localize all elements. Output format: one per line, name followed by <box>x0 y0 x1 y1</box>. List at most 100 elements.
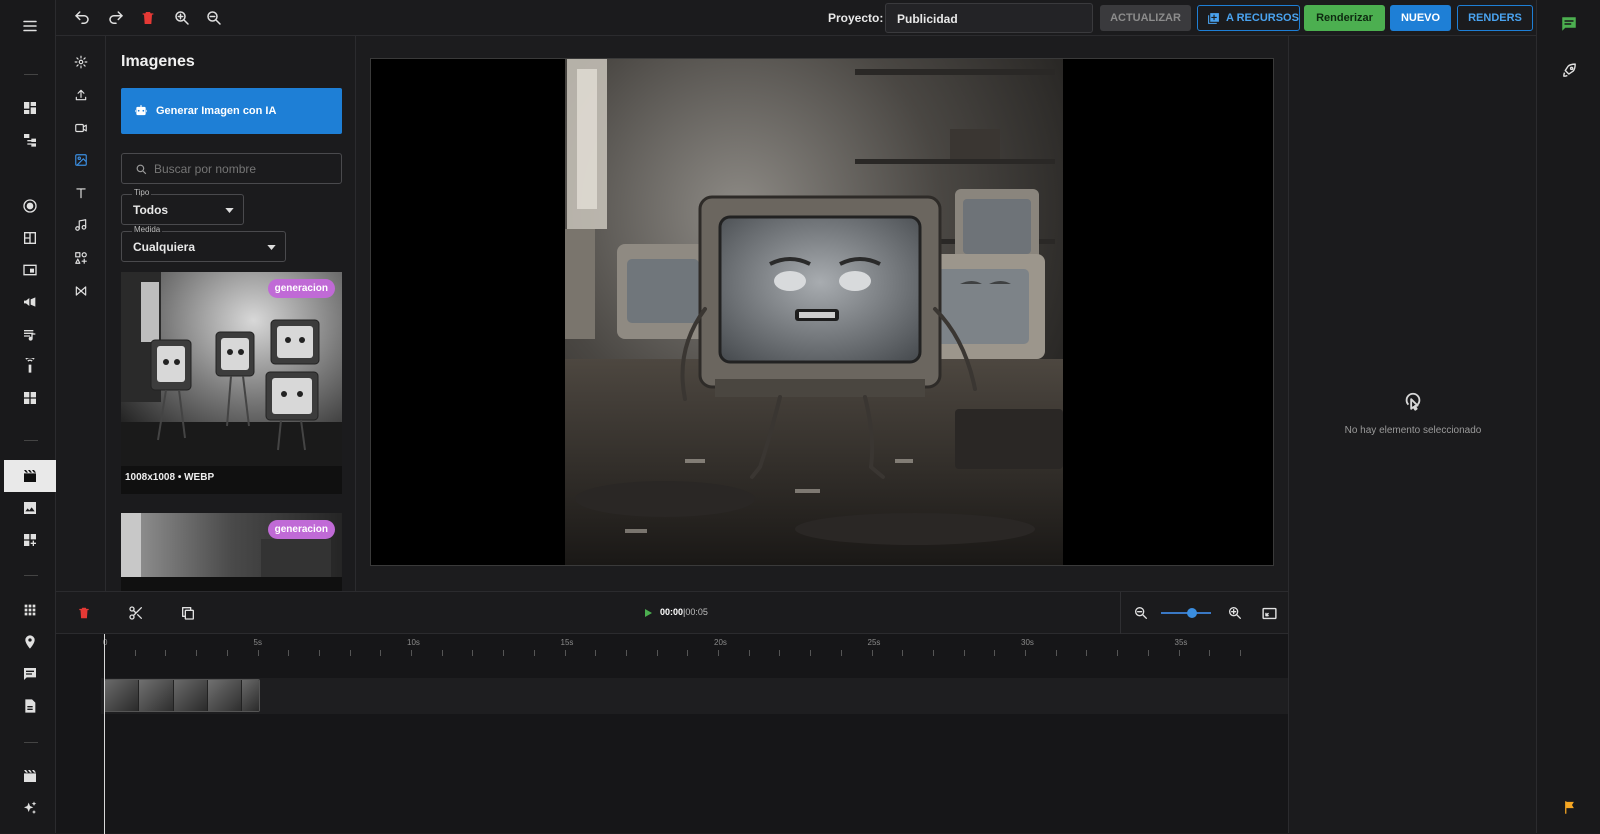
image-card[interactable]: generacion <box>121 513 342 591</box>
top-toolbar: Proyecto: Publicidad ACTUALIZAR A RECURS… <box>56 0 1536 36</box>
broadcast-icon[interactable] <box>4 350 56 382</box>
zoom-out-icon[interactable] <box>202 7 226 29</box>
media-clapper-icon[interactable] <box>4 460 56 492</box>
menu-icon[interactable] <box>4 10 56 42</box>
widgets-icon[interactable] <box>4 382 56 414</box>
tipo-value: Todos <box>133 203 169 217</box>
generate-ai-label: Generar Imagen con IA <box>156 105 277 117</box>
tipo-label: Tipo <box>132 188 152 197</box>
video-clip[interactable] <box>104 679 260 712</box>
playhead[interactable] <box>104 634 105 834</box>
zoom-slider-track[interactable] <box>1161 612 1211 614</box>
ruler-tick <box>963 650 965 656</box>
playlist-icon[interactable] <box>4 318 56 350</box>
picture-in-picture-icon[interactable] <box>4 254 56 286</box>
timeline-zoom-out-icon[interactable] <box>1130 602 1152 624</box>
zoom-slider-thumb[interactable] <box>1187 608 1197 618</box>
clip-frame <box>207 680 243 711</box>
megaphone-icon[interactable] <box>4 286 56 318</box>
total-time: 00:05 <box>685 607 708 617</box>
ruler-tick <box>349 650 351 656</box>
play-icon[interactable] <box>640 605 656 621</box>
tree-icon[interactable] <box>4 124 56 156</box>
ruler-tick <box>1117 650 1119 656</box>
ruler-tick <box>932 650 934 656</box>
ruler-tick <box>1025 650 1026 656</box>
search-icon <box>136 164 147 175</box>
ruler-tick <box>257 650 259 656</box>
apps-grid-icon[interactable] <box>4 594 56 626</box>
chat-icon[interactable] <box>4 658 56 690</box>
image-card[interactable]: generacion 1008x1008 • WEBP <box>121 272 342 494</box>
divider <box>1120 592 1121 634</box>
layout-icon[interactable] <box>4 222 56 254</box>
chevron-down-icon <box>267 245 276 250</box>
clip-frame <box>139 680 174 711</box>
redo-icon[interactable] <box>104 7 128 29</box>
to-resources-button[interactable]: A RECURSOS <box>1197 5 1300 31</box>
ruler-tick <box>779 650 781 656</box>
zoom-in-icon[interactable] <box>170 7 194 29</box>
ruler-tick <box>226 650 228 656</box>
document-icon[interactable] <box>4 690 56 722</box>
scissors-icon[interactable] <box>126 603 146 623</box>
ruler-tick <box>134 650 136 656</box>
search-field[interactable] <box>121 153 342 184</box>
location-icon[interactable] <box>4 626 56 658</box>
ai-robot-icon <box>135 105 147 116</box>
flag-icon[interactable] <box>1557 795 1581 819</box>
timeline-zoom-in-icon[interactable] <box>1224 602 1246 624</box>
undo-icon[interactable] <box>70 7 94 29</box>
tipo-select[interactable]: Tipo Todos <box>121 188 244 225</box>
image-icon[interactable] <box>4 492 56 524</box>
medida-select[interactable]: Medida Cualquiera <box>121 225 286 262</box>
ruler-tick <box>687 650 689 656</box>
right-sidebar <box>1536 0 1600 833</box>
elements-icon[interactable] <box>56 245 106 271</box>
copy-icon[interactable] <box>178 603 198 623</box>
update-button[interactable]: ACTUALIZAR <box>1100 5 1191 31</box>
images-tab-icon[interactable] <box>56 147 106 173</box>
divider <box>24 74 38 75</box>
dashboard-icon[interactable] <box>4 92 56 124</box>
ruler-tick <box>411 650 412 656</box>
sparkles-icon[interactable] <box>4 792 56 824</box>
delete-icon[interactable] <box>136 7 160 29</box>
new-button[interactable]: NUEVO <box>1390 5 1451 31</box>
project-name-input[interactable]: Publicidad <box>885 3 1093 33</box>
no-selection-text: No hay elemento seleccionado <box>1344 425 1482 436</box>
rocket-icon[interactable] <box>1557 58 1581 82</box>
ruler-label: 30s <box>1021 638 1034 647</box>
chat-icon[interactable] <box>1557 12 1581 36</box>
ruler-tick <box>472 650 474 656</box>
clapper-icon[interactable] <box>4 760 56 792</box>
timeline-toolbar: 00:00|00:05 <box>56 592 1288 634</box>
ruler-label: 15s <box>560 638 574 647</box>
inspector-panel: No hay elemento seleccionado <box>1288 36 1536 833</box>
ruler-label: 5s <box>253 638 262 647</box>
main-sidebar <box>0 0 56 833</box>
text-icon[interactable] <box>56 180 106 206</box>
track-row <box>101 678 1288 714</box>
render-button[interactable]: Renderizar <box>1304 5 1385 31</box>
generate-ai-image-button[interactable]: Generar Imagen con IA <box>121 88 342 134</box>
current-time: 00:00 <box>660 607 684 617</box>
video-icon[interactable] <box>56 115 106 141</box>
project-name-value: Publicidad <box>897 12 958 26</box>
transitions-icon[interactable] <box>56 278 106 304</box>
music-icon[interactable] <box>56 212 106 238</box>
time-display: 00:00|00:05 <box>660 607 708 617</box>
upload-icon[interactable] <box>56 82 106 108</box>
delete-clip-icon[interactable] <box>74 603 94 623</box>
ruler-tick <box>564 650 566 656</box>
search-input[interactable] <box>154 160 334 178</box>
time-ruler[interactable]: 0 5s 10s 15s 20s 25s 30s 35s <box>56 634 1288 662</box>
video-canvas[interactable] <box>370 58 1274 566</box>
settings-icon[interactable] <box>56 49 106 75</box>
add-widget-icon[interactable] <box>4 524 56 556</box>
fit-timeline-icon[interactable] <box>1258 602 1280 624</box>
record-icon[interactable] <box>4 190 56 222</box>
renders-button[interactable]: RENDERS <box>1457 5 1533 31</box>
ruler-tick <box>595 650 597 656</box>
ruler-tick <box>718 650 719 656</box>
